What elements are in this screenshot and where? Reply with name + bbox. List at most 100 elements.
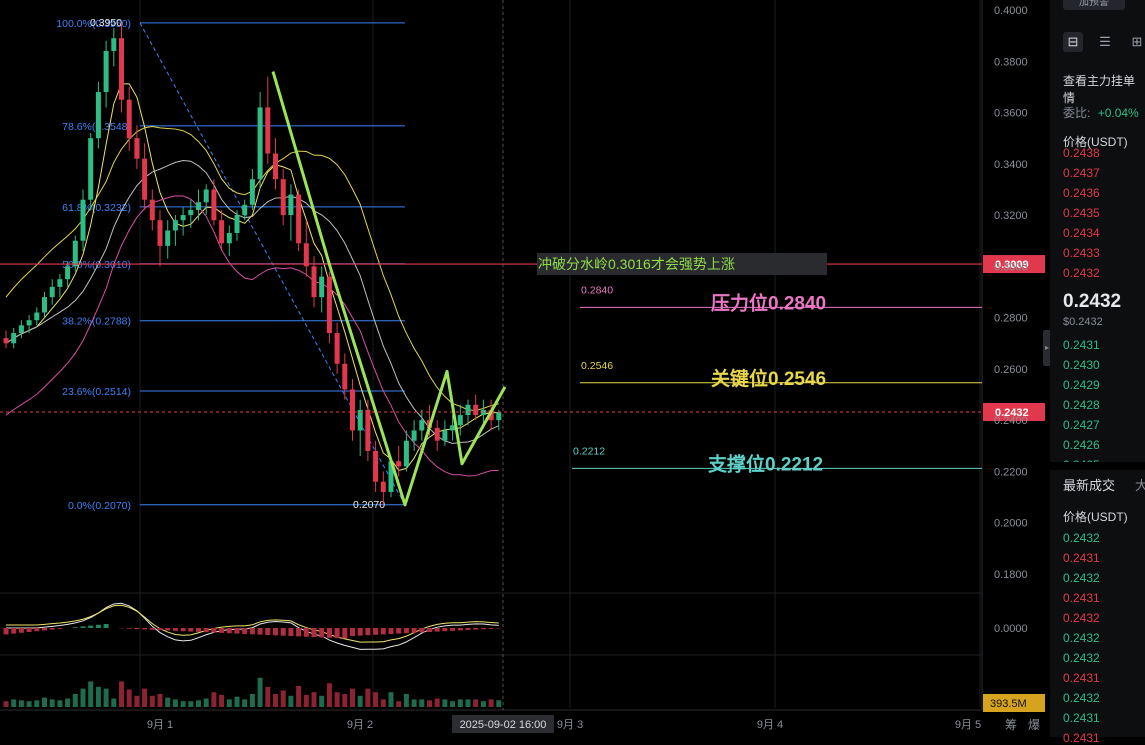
volume-bar (73, 694, 78, 707)
candle-body (442, 430, 447, 440)
price-tick-label: 0.3000 (994, 261, 1028, 273)
macd-bar (250, 628, 255, 634)
macd-bar (419, 628, 424, 632)
volume-bar (227, 699, 232, 707)
macd-bar (242, 628, 247, 634)
candle-body (373, 451, 378, 482)
last-price-usd: $0.2432 (1063, 316, 1103, 328)
macd-bar (312, 628, 317, 637)
volume-bar (481, 701, 486, 707)
candle-body (73, 241, 78, 267)
trade-row: 0.2431 (1063, 591, 1100, 605)
macd-bar (42, 628, 47, 630)
candle-body (250, 179, 255, 205)
candle-body (342, 364, 347, 390)
trend-zigzag (273, 72, 505, 505)
macd-bar (435, 628, 440, 632)
trade-row: 0.2431 (1063, 671, 1100, 685)
ask-price-row[interactable]: 0.2438 (1063, 146, 1100, 160)
trade-row: 0.2432 (1063, 631, 1100, 645)
support-level-text: 支撑位0.2212 (707, 452, 823, 475)
macd-bar (473, 628, 478, 630)
large-trades-tab[interactable]: 大 (1135, 475, 1145, 494)
time-tick-label: 9月 3 (557, 719, 583, 731)
volume-bar (342, 694, 347, 707)
bid-price-row[interactable]: 0.2426 (1063, 438, 1100, 452)
grid-view-icon[interactable]: ⊞ (1127, 32, 1145, 52)
candle-body (358, 410, 363, 431)
trade-row: 0.2431 (1063, 731, 1100, 745)
macd-bar (196, 628, 201, 632)
ask-price-row[interactable]: 0.2436 (1063, 186, 1100, 200)
macd-bar (358, 628, 363, 636)
macd-bar (319, 628, 324, 637)
price-chart[interactable]: 100.0%(0.3950)78.6%(0.3548)61.8%(0.3232)… (0, 0, 1145, 737)
volume-bar (250, 694, 255, 707)
ask-price-row[interactable]: 0.2434 (1063, 226, 1100, 240)
volume-bar (173, 699, 178, 707)
volume-bar (204, 699, 209, 708)
volume-bar (127, 690, 132, 708)
trade-row: 0.2432 (1063, 691, 1100, 705)
volume-bar (242, 699, 247, 707)
ask-price-row[interactable]: 0.2432 (1063, 266, 1100, 280)
macd-bar (350, 628, 355, 636)
volume-bar (50, 699, 55, 707)
bid-price-row[interactable]: 0.2428 (1063, 398, 1100, 412)
main-orders-link[interactable]: 查看主力挂单情 (1063, 72, 1145, 106)
bid-price-row[interactable]: 0.2427 (1063, 418, 1100, 432)
time-tick-label: 9月 1 (147, 719, 173, 731)
bid-price-row[interactable]: 0.2431 (1063, 338, 1100, 352)
add-alert-button[interactable]: 加预警 (1063, 0, 1125, 10)
volume-bar (473, 699, 478, 707)
panel-divider (1050, 462, 1145, 470)
candle-body (57, 279, 62, 287)
macd-bar (204, 628, 209, 632)
volume-bar (11, 699, 16, 707)
ask-price-row[interactable]: 0.2435 (1063, 206, 1100, 220)
trades-tab[interactable]: 最新成交 (1063, 475, 1115, 494)
macd-bar (389, 628, 394, 634)
crosshair-time-text: 2025-09-02 16:00 (460, 719, 547, 731)
both-sides-view-icon[interactable]: ⊟ (1063, 32, 1083, 52)
support-value-label: 0.2212 (573, 445, 605, 457)
candle-body (265, 107, 270, 153)
volume-bar (196, 700, 201, 707)
volume-bar (288, 696, 293, 707)
list-view-icon[interactable]: ☰ (1095, 32, 1115, 52)
ask-price-row[interactable]: 0.2433 (1063, 246, 1100, 260)
candle-body (142, 159, 147, 200)
candle-body (111, 38, 116, 51)
price-tick-label: 0.2400 (994, 415, 1028, 427)
bid-price-row[interactable]: 0.2429 (1063, 378, 1100, 392)
macd-bar (50, 628, 55, 630)
macd-bar (265, 628, 270, 635)
volume-bar (442, 699, 447, 707)
volume-bar (458, 699, 463, 707)
candle-body (419, 420, 424, 430)
price-tick-label: 0.3600 (994, 108, 1028, 120)
trade-row: 0.2432 (1063, 611, 1100, 625)
candle-body (34, 313, 39, 321)
macd-bar (365, 628, 370, 635)
candle-body (119, 38, 124, 100)
volume-bar (219, 695, 224, 707)
ask-price-row[interactable]: 0.2437 (1063, 166, 1100, 180)
ratio-label: 委比: +0.04% (1063, 104, 1139, 121)
bid-price-row[interactable]: 0.2430 (1063, 358, 1100, 372)
candle-body (204, 189, 209, 202)
volume-bar (273, 694, 278, 707)
volume-bar (304, 695, 309, 707)
macd-bar (342, 628, 347, 639)
key-value-label: 0.2546 (581, 360, 613, 372)
candle-body (296, 195, 301, 244)
candle-body (150, 200, 155, 221)
volume-bar (27, 701, 32, 707)
candle-body (50, 287, 55, 297)
candle-body (242, 205, 247, 215)
volume-bar (142, 689, 147, 707)
volume-bar (404, 694, 409, 707)
volume-bar (396, 701, 401, 707)
candle-body (381, 482, 386, 492)
price-tick-label: 0.2600 (994, 364, 1028, 376)
